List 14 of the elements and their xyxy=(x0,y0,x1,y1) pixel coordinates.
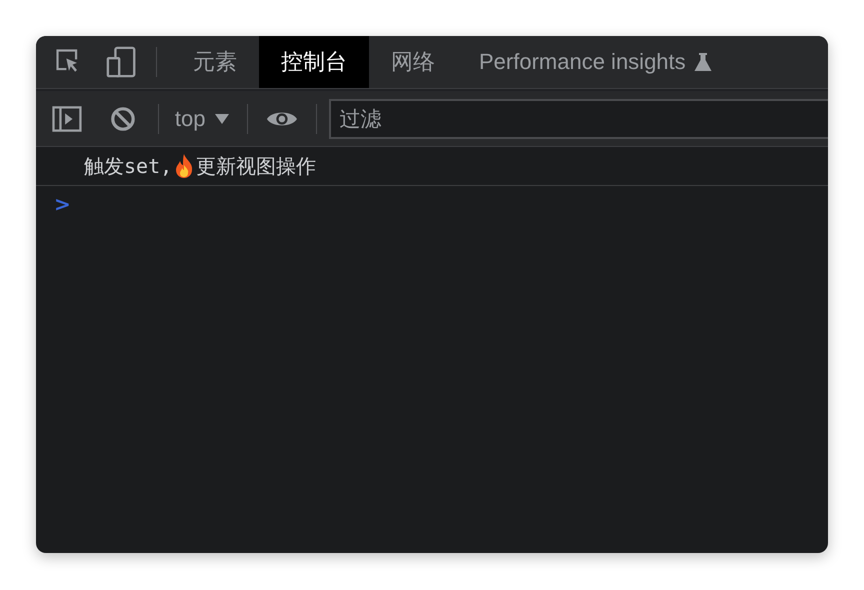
dropdown-caret-icon xyxy=(215,114,230,124)
tab[interactable]: 元素 xyxy=(171,36,259,88)
flame-icon xyxy=(174,153,194,179)
device-icon[interactable] xyxy=(106,46,138,78)
tab[interactable]: Performance insights xyxy=(457,36,734,88)
context-selector[interactable]: top xyxy=(170,106,234,132)
filter-field[interactable]: 过滤 xyxy=(329,98,828,138)
console-message: 更新视图操作 xyxy=(196,152,316,180)
tab[interactable]: 网络 xyxy=(369,36,457,88)
console-message: 触发set, xyxy=(84,152,172,180)
prompt-caret: > xyxy=(54,192,71,216)
tab[interactable]: 控制台 xyxy=(259,36,369,88)
sidebar-toggle-icon[interactable] xyxy=(52,106,82,132)
clear-icon[interactable] xyxy=(110,106,136,132)
